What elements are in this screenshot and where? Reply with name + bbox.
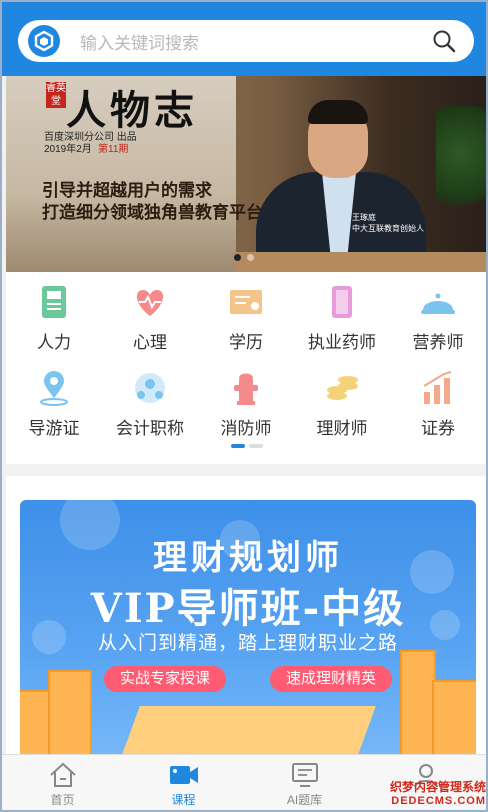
tab-course[interactable]: 课程 xyxy=(123,755,244,810)
promo-building xyxy=(48,670,92,760)
category-item[interactable]: 消防师 xyxy=(198,368,294,442)
app-logo-icon xyxy=(28,25,60,57)
banner-person-name: 王琢庭 xyxy=(352,213,376,222)
category-item[interactable]: 会计职称 xyxy=(102,368,198,442)
category-label: 消防师 xyxy=(220,419,272,438)
promo-platform xyxy=(120,706,376,760)
video-icon xyxy=(169,761,199,789)
category-list: 人力 心理 学历 执业药师 营养师导游证 会计职称 消防师 理财师 证券 xyxy=(6,282,486,442)
fire-hydrant-icon xyxy=(226,368,266,408)
coins-icon xyxy=(322,368,362,408)
pager-dot[interactable] xyxy=(249,444,263,448)
category-label: 人力 xyxy=(37,333,71,352)
promo-pill-left: 实战专家授课 xyxy=(104,666,227,692)
banner-slogan-line2: 打造细分领域独角兽教育平台 xyxy=(42,203,263,223)
category-item[interactable]: 证券 xyxy=(390,368,486,442)
watermark: 织梦内容管理系统 DEDECMS.COM xyxy=(380,778,486,807)
banner-issue: 第11期 xyxy=(98,144,129,155)
tab-label: 课程 xyxy=(171,793,196,807)
watermark-en: DEDECMS.COM xyxy=(391,795,486,807)
promo-subtitle: VIP导师班-中级 xyxy=(90,585,406,632)
banner-person-photo xyxy=(256,96,426,272)
location-pin-icon xyxy=(34,368,74,408)
header: 输入关键词搜索 xyxy=(2,2,486,76)
hr-book-icon xyxy=(34,282,74,322)
category-label: 营养师 xyxy=(412,333,464,352)
category-item[interactable]: 理财师 xyxy=(294,368,390,442)
search-input[interactable]: 输入关键词搜索 xyxy=(80,29,424,54)
category-label: 导游证 xyxy=(28,419,80,438)
banner-plant xyxy=(436,106,486,226)
category-label: 证券 xyxy=(421,419,455,438)
category-label: 心理 xyxy=(133,333,167,352)
banner-person-title: 中大互联教育创始人 xyxy=(352,224,424,233)
category-item[interactable]: 心理 xyxy=(102,282,198,356)
tab-home[interactable]: 首页 xyxy=(2,755,123,810)
category-label: 学历 xyxy=(229,333,263,352)
category-item[interactable]: 导游证 xyxy=(6,368,102,442)
category-item[interactable]: 人力 xyxy=(6,282,102,356)
medicine-box-icon xyxy=(322,282,362,322)
category-label: 执业药师 xyxy=(308,333,376,352)
app-frame: 输入关键词搜索 睿英堂 人物志 百度深圳分公司 出品 2019年2月 第11期 … xyxy=(0,0,488,812)
bar-chart-icon xyxy=(418,368,458,408)
category-grid: 人力 心理 学历 执业药师 营养师导游证 会计职称 消防师 理财师 证券 xyxy=(6,272,486,464)
promo-banner[interactable]: 理财规划师 VIP导师班-中级 从入门到精通，踏上理财职业之路 实战专家授课 速… xyxy=(20,500,476,760)
promo-building xyxy=(400,650,436,760)
promo-section: 理财规划师 VIP导师班-中级 从入门到精通，踏上理财职业之路 实战专家授课 速… xyxy=(6,476,486,760)
banner-desk xyxy=(236,252,486,272)
tab-ai-questions[interactable]: AI题库 xyxy=(244,755,365,810)
category-item[interactable]: 学历 xyxy=(198,282,294,356)
home-icon xyxy=(48,761,78,789)
certificate-icon xyxy=(226,282,266,322)
category-label: 理财师 xyxy=(316,419,368,438)
monitor-icon xyxy=(290,761,320,789)
category-item[interactable]: 营养师 xyxy=(390,282,486,356)
watermark-cn: 织梦内容管理系统 xyxy=(389,780,486,794)
banner-dot[interactable] xyxy=(247,254,254,261)
search-icon[interactable] xyxy=(424,21,464,61)
food-cover-icon xyxy=(418,282,458,322)
banner-indicator xyxy=(234,254,254,261)
promo-title: 理财规划师 xyxy=(153,538,343,578)
banner-person-caption: 王琢庭 中大互联教育创始人 xyxy=(352,212,424,234)
banner-date: 2019年2月 xyxy=(44,144,92,155)
promo-pill-right: 速成理财精英 xyxy=(270,666,393,692)
banner-dot-active[interactable] xyxy=(234,254,241,261)
promo-building xyxy=(432,680,476,760)
tab-label: 首页 xyxy=(50,793,75,807)
search-bar[interactable]: 输入关键词搜索 xyxy=(18,20,474,62)
pager-dot-active[interactable] xyxy=(231,444,245,448)
heartbeat-icon xyxy=(130,282,170,322)
category-item[interactable]: 执业药师 xyxy=(294,282,390,356)
network-icon xyxy=(130,368,170,408)
banner-badge: 睿英堂 xyxy=(46,82,66,108)
category-pager xyxy=(231,444,263,448)
banner-carousel[interactable]: 睿英堂 人物志 百度深圳分公司 出品 2019年2月 第11期 引导并超越用户的… xyxy=(6,76,486,272)
tab-label: AI题库 xyxy=(286,793,323,807)
category-label: 会计职称 xyxy=(116,419,184,438)
